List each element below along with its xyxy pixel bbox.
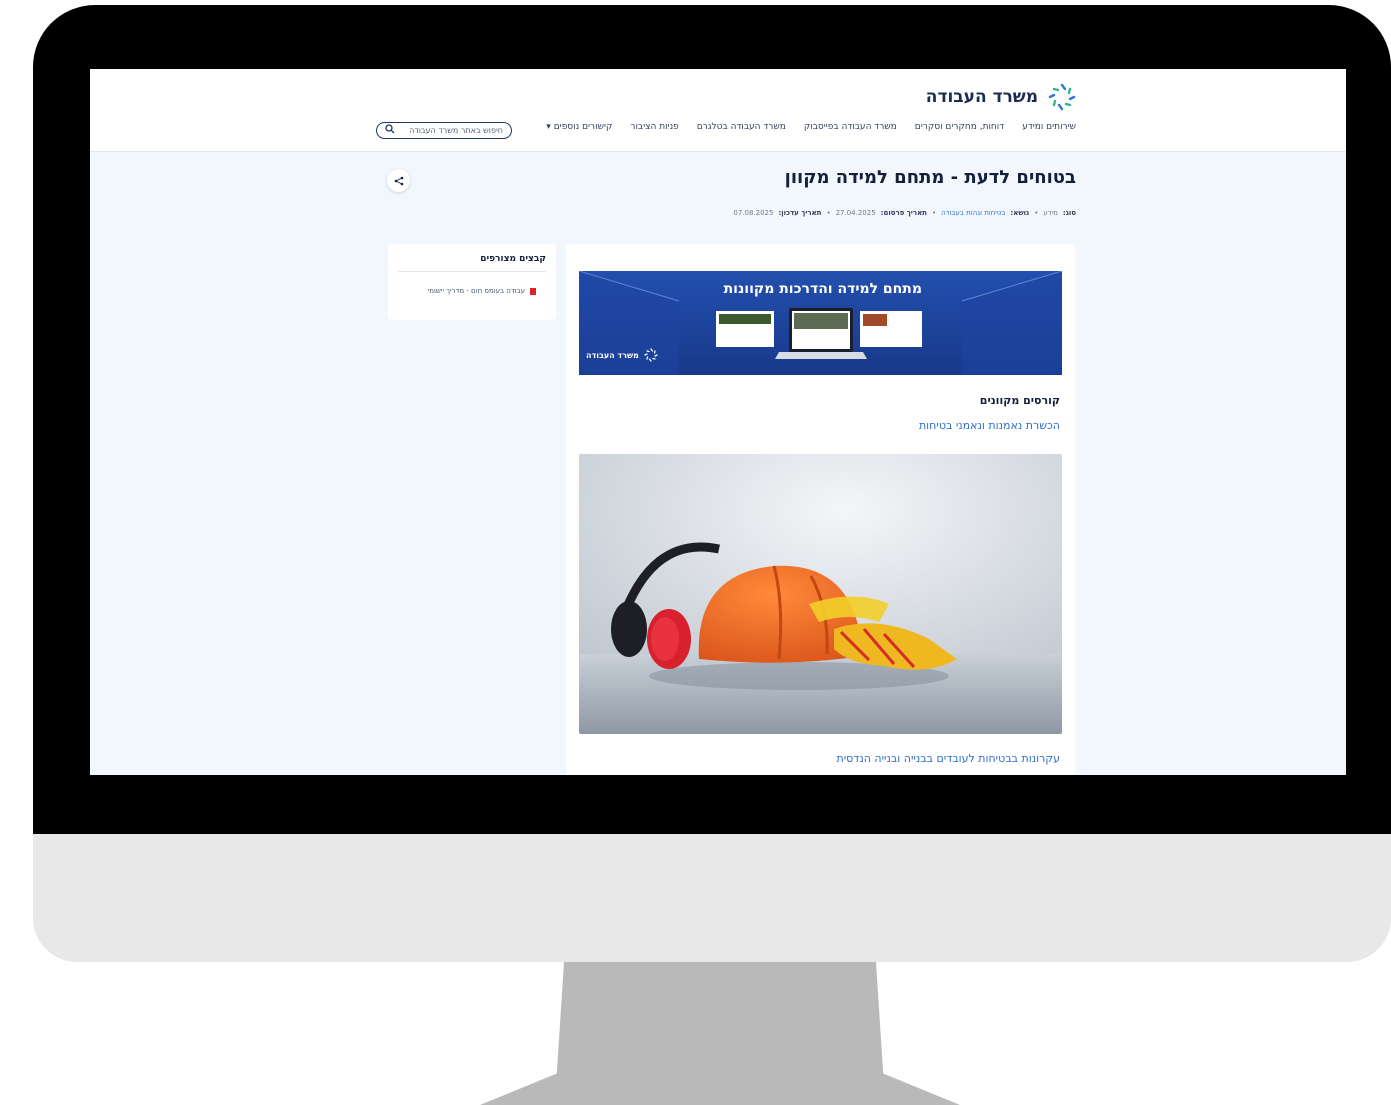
nav-item-public-inquiries[interactable]: פניות הציבור — [630, 122, 678, 132]
banner-title: מתחם למידה והדרכות מקוונות — [723, 281, 922, 297]
divider — [398, 271, 546, 272]
nav-item-telegram[interactable]: משרד העבודה בטלגרם — [697, 122, 786, 132]
nav-item-reports[interactable]: דוחות, מחקרים וסקרים — [915, 122, 1004, 132]
ministry-logo-icon — [644, 348, 658, 362]
course-link-safety-trustees[interactable]: הכשרת נאמנות ונאמני בטיחות — [919, 419, 1060, 432]
share-icon — [394, 176, 403, 185]
ministry-logo-icon — [1048, 83, 1076, 111]
attached-file-label: עבודה בעומס חום - מדריך יישומי — [427, 287, 525, 295]
meta-separator: • — [931, 209, 937, 217]
safety-equipment-image — [579, 454, 1062, 734]
meta-type-label: סוג: — [1062, 209, 1076, 217]
page-meta: סוג: מידע • נושא: בטיחות וגהות בעבודה • … — [733, 209, 1076, 217]
main-nav: שירותים ומידע דוחות, מחקרים וסקרים משרד … — [546, 122, 1076, 132]
search-icon[interactable] — [385, 124, 395, 137]
nav-item-facebook[interactable]: משרד העבודה בפייסבוק — [804, 122, 897, 132]
nav-dropdown-more-links[interactable]: קישורים נוספים ▾ — [546, 122, 612, 132]
meta-published-label: תאריך פרסום: — [880, 209, 927, 217]
meta-type-value: מידע — [1043, 209, 1058, 217]
meta-topic-link[interactable]: בטיחות וגהות בעבודה — [941, 209, 1005, 217]
share-button[interactable] — [387, 169, 410, 192]
site-header: משרד העבודה שירותים ומידע דוחות, מחקרים … — [90, 69, 1346, 152]
meta-updated-value: 07.08.2025 — [733, 209, 774, 217]
monitor-stand — [480, 962, 960, 1105]
meta-updated-label: תאריך עדכון: — [778, 209, 822, 217]
nav-dropdown-label: קישורים נוספים — [553, 122, 613, 132]
search-placeholder: חיפוש באתר משרד העבודה — [409, 126, 503, 135]
courses-subtitle: קורסים מקוונים — [979, 394, 1060, 407]
learning-center-banner[interactable]: מתחם למידה והדרכות מקוונות משרד העבודה — [579, 271, 1062, 375]
search-input[interactable]: חיפוש באתר משרד העבודה — [376, 122, 512, 139]
site-logo[interactable]: משרד העבודה — [926, 81, 1078, 113]
site-name: משרד העבודה — [925, 87, 1038, 107]
chevron-down-icon: ▾ — [546, 122, 551, 132]
meta-topic-label: נושא: — [1010, 209, 1030, 217]
meta-published-value: 27.04.2025 — [835, 209, 876, 217]
content-card: מתחם למידה והדרכות מקוונות משרד העבודה ק… — [566, 244, 1075, 775]
banner-logo: משרד העבודה — [586, 347, 659, 363]
course-link-construction-safety[interactable]: עקרונות בבטיחות לעובדים בבנייה ובנייה הנ… — [836, 752, 1060, 765]
meta-separator: • — [1034, 209, 1039, 217]
attached-files-title: קבצים מצורפים — [480, 254, 546, 264]
browser-screen: משרד העבודה שירותים ומידע דוחות, מחקרים … — [90, 69, 1346, 775]
meta-separator: • — [826, 209, 831, 217]
monitor-chin — [33, 834, 1391, 962]
attached-files-card: קבצים מצורפים עבודה בעומס חום - מדריך יי… — [388, 244, 556, 320]
pdf-file-icon — [530, 287, 536, 295]
nav-item-services[interactable]: שירותים ומידע — [1022, 122, 1076, 132]
page-title: בטוחים לדעת - מתחם למידה מקוון — [784, 167, 1076, 188]
attached-file-link[interactable]: עבודה בעומס חום - מדריך יישומי — [428, 287, 536, 295]
banner-logo-text: משרד העבודה — [586, 350, 639, 360]
